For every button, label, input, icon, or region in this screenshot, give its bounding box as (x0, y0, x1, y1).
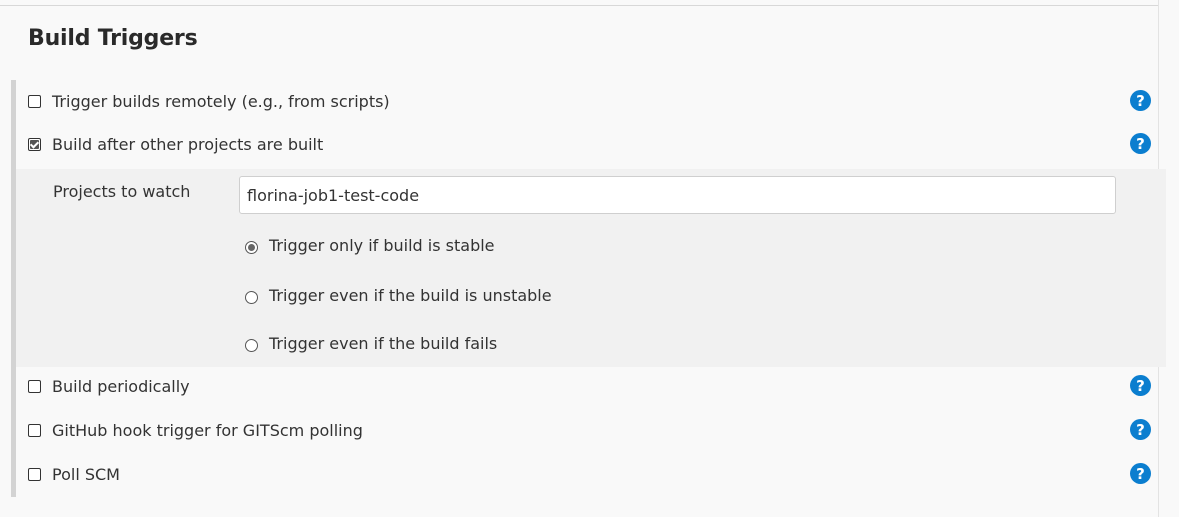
trigger-builds-remotely-label[interactable]: Trigger builds remotely (e.g., from scri… (52, 92, 390, 111)
build-periodically-row[interactable]: Build periodically (28, 374, 190, 398)
trigger-fails-label[interactable]: Trigger even if the build fails (269, 334, 497, 353)
github-hook-trigger-label[interactable]: GitHub hook trigger for GITScm polling (52, 421, 363, 440)
help-icon[interactable]: ? (1130, 375, 1151, 396)
build-periodically-checkbox[interactable] (28, 379, 41, 393)
build-after-other-projects-checkbox[interactable] (28, 137, 41, 151)
help-icon[interactable]: ? (1130, 463, 1151, 484)
github-hook-trigger-row[interactable]: GitHub hook trigger for GITScm polling (28, 418, 363, 442)
poll-scm-row[interactable]: Poll SCM (28, 462, 120, 486)
build-periodically-label[interactable]: Build periodically (52, 377, 190, 396)
poll-scm-label[interactable]: Poll SCM (52, 465, 120, 484)
help-icon[interactable]: ? (1130, 419, 1151, 440)
poll-scm-checkbox[interactable] (28, 467, 41, 481)
projects-to-watch-label: Projects to watch (53, 182, 191, 201)
section-title: Build Triggers (28, 26, 198, 51)
trigger-fails-option[interactable]: Trigger even if the build fails (245, 331, 497, 355)
help-icon[interactable]: ? (1130, 133, 1151, 154)
projects-to-watch-input[interactable] (239, 176, 1116, 214)
build-after-other-projects-label[interactable]: Build after other projects are built (52, 135, 323, 154)
trigger-stable-label[interactable]: Trigger only if build is stable (269, 236, 495, 255)
trigger-unstable-option[interactable]: Trigger even if the build is unstable (245, 283, 552, 307)
trigger-builds-remotely-row[interactable]: Trigger builds remotely (e.g., from scri… (28, 89, 390, 113)
trigger-fails-radio[interactable] (245, 338, 258, 352)
trigger-builds-remotely-checkbox[interactable] (28, 94, 41, 108)
github-hook-trigger-checkbox[interactable] (28, 423, 41, 437)
top-divider (0, 5, 1158, 6)
trigger-unstable-label[interactable]: Trigger even if the build is unstable (269, 286, 552, 305)
trigger-unstable-radio[interactable] (245, 290, 258, 304)
trigger-stable-option[interactable]: Trigger only if build is stable (245, 233, 495, 257)
trigger-stable-radio[interactable] (245, 240, 258, 254)
help-icon[interactable]: ? (1130, 90, 1151, 111)
build-after-other-projects-row[interactable]: Build after other projects are built (28, 132, 323, 156)
